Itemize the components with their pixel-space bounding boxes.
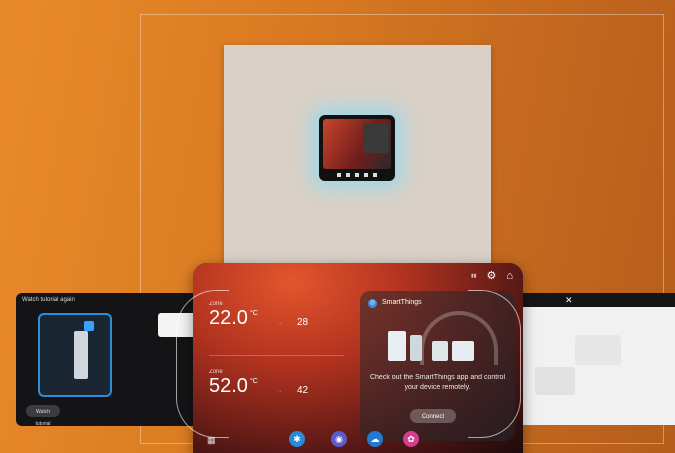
arrow-icon: → bbox=[277, 320, 282, 326]
divider bbox=[209, 355, 344, 356]
installed-controller bbox=[319, 115, 395, 181]
mini-dock bbox=[337, 173, 377, 177]
left-bracket-decoration bbox=[176, 290, 229, 438]
close-icon[interactable]: ✕ bbox=[565, 295, 573, 306]
smartthings-icon: ◎ bbox=[368, 299, 377, 308]
settings-screen: ✕ bbox=[515, 293, 675, 425]
setpoint-value[interactable]: 42 bbox=[297, 385, 308, 396]
tutorial-title[interactable]: Watch tutorial again bbox=[22, 297, 75, 303]
setpoint-value[interactable]: 28 bbox=[297, 317, 308, 328]
cloud-icon[interactable]: ☁ bbox=[367, 431, 383, 447]
fan-icon[interactable]: ✱ bbox=[289, 431, 305, 447]
unit-illustration bbox=[74, 331, 88, 379]
arrow-icon: → bbox=[277, 388, 282, 394]
settings-icon[interactable]: ⚙ bbox=[486, 269, 496, 282]
connect-button[interactable]: Connect bbox=[410, 409, 456, 423]
globe-icon[interactable]: ◉ bbox=[331, 431, 347, 447]
gear-icon[interactable]: ✿ bbox=[403, 431, 419, 447]
status-bar: ▮▮ ⚙ ⌂ bbox=[470, 269, 513, 283]
appliance-illustration bbox=[410, 335, 422, 361]
settings-top-bar bbox=[515, 293, 675, 307]
card-title: SmartThings bbox=[382, 299, 422, 306]
mini-card bbox=[363, 123, 389, 153]
watch-tutorial-button[interactable]: Watch tutorial bbox=[26, 405, 60, 426]
home-icon[interactable]: ⌂ bbox=[506, 270, 513, 282]
highlight-icon bbox=[84, 321, 94, 331]
settings-tile[interactable] bbox=[535, 367, 575, 395]
right-bracket-decoration bbox=[468, 290, 521, 438]
wall-panel-photo bbox=[224, 45, 491, 275]
settings-tile[interactable] bbox=[575, 335, 621, 365]
signal-icon: ▮▮ bbox=[470, 272, 477, 279]
installation-diagram bbox=[38, 313, 112, 397]
washer-illustration bbox=[432, 341, 448, 361]
fridge-illustration bbox=[388, 331, 406, 361]
